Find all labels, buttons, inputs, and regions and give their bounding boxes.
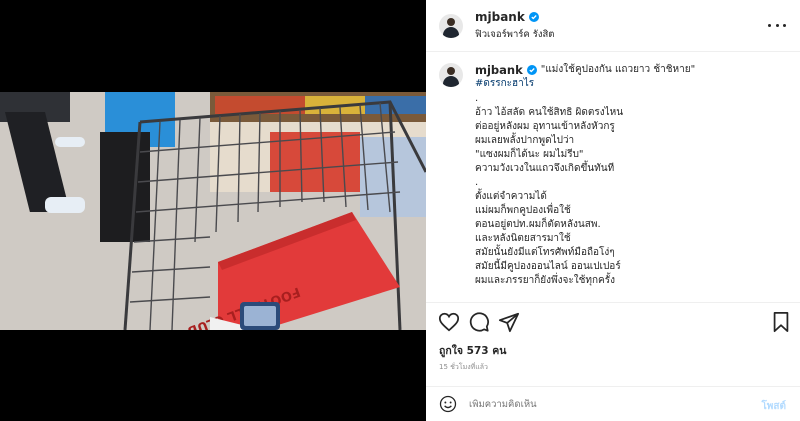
bookmark-icon[interactable] — [770, 311, 792, 333]
caption-body: mjbank "แม่งใช้คูปองกัน แถวยาว ช้าชิหาย"… — [475, 63, 785, 288]
caption-line: สมัยนั้นยังมีแต่โทรศัพท์มือถือโง่ๆ — [475, 247, 615, 258]
hashtag-link[interactable]: #ดรรกะฮาไร — [475, 77, 785, 91]
caption-line: แม่ผมก็พกคูปองเพื่อใช้ — [475, 205, 571, 216]
post-photo[interactable]: FOOTBALL CLUB — [0, 92, 426, 330]
caption-line: อ้าว ไอ้สลัด คนใช้สิทธิ ผิดตรงไหน — [475, 107, 624, 118]
caption-line: . — [475, 93, 479, 104]
caption-line: ความวังเวงในแถวจึงเกิดขึ้นทันที — [475, 163, 615, 174]
verified-badge-icon — [528, 11, 539, 22]
caption-line: และหลังนิตยสารมาใช้ — [475, 233, 571, 244]
post-caption: mjbank "แม่งใช้คูปองกัน แถวยาว ช้าชิหาย"… — [426, 53, 800, 301]
caption-line: ผมเลยพลั้งปากพูดไปว่า — [475, 135, 575, 146]
caption-title: "แม่งใช้คูปองกัน แถวยาว ช้าชิหาย" — [540, 64, 696, 75]
username-link[interactable]: mjbank — [475, 10, 525, 24]
caption-lines: . อ้าว ไอ้สลัด คนใช้สิทธิ ผิดตรงไหน ต่ออ… — [475, 92, 785, 288]
comment-bar: โพสต์ — [426, 386, 800, 421]
avatar[interactable] — [439, 13, 463, 38]
shopping-cart-photo: FOOTBALL CLUB — [0, 92, 426, 330]
caption-avatar[interactable] — [439, 63, 463, 87]
location-link[interactable]: ฟิวเจอร์พาร์ค รังสิต — [475, 27, 554, 42]
verified-badge-icon — [526, 65, 537, 75]
action-bar — [426, 302, 800, 340]
emoji-icon[interactable] — [439, 395, 457, 413]
instagram-post-modal: FOOTBALL CLUB mjbank — [0, 0, 800, 421]
caption-line: "แซงผมก็ได้นะ ผมไม่รีบ" — [475, 149, 584, 160]
caption-line: ต่ออยู่หลังผม อุทานเข้าหลังหัวกรู — [475, 121, 615, 132]
comment-icon[interactable] — [468, 311, 490, 333]
caption-line: ตั้งแต่จำความได้ — [475, 191, 547, 202]
likes-count[interactable]: ถูกใจ 573 คน — [439, 342, 506, 359]
post-timestamp[interactable]: 15 ชั่วโมงที่แล้ว — [439, 362, 488, 373]
post-side-panel: mjbank ฟิวเจอร์พาร์ค รังสิต mjbank "แม่ง… — [426, 0, 800, 421]
more-options-icon[interactable] — [768, 16, 786, 34]
header-text: mjbank ฟิวเจอร์พาร์ค รังสิต — [475, 10, 554, 42]
caption-line: ตอนอยู่ตปท.ผมก็ตัดหลังนสพ. — [475, 219, 601, 230]
post-media: FOOTBALL CLUB — [0, 0, 426, 421]
caption-line: สมัยนี้มีคูปองออนไลน์ ออนเปเปอร์ — [475, 261, 621, 272]
caption-line: . — [475, 177, 479, 188]
caption-username[interactable]: mjbank — [475, 63, 523, 77]
post-header: mjbank ฟิวเจอร์พาร์ค รังสิต — [426, 0, 800, 52]
share-icon[interactable] — [498, 311, 520, 333]
heart-icon[interactable] — [438, 311, 460, 333]
caption-line: ผมและภรรยาก็ยังพึ่งจะใช้ทุกครั้ง — [475, 275, 615, 286]
comment-input[interactable] — [469, 398, 739, 410]
header-username[interactable]: mjbank — [475, 10, 554, 24]
post-comment-button[interactable]: โพสต์ — [761, 399, 786, 414]
